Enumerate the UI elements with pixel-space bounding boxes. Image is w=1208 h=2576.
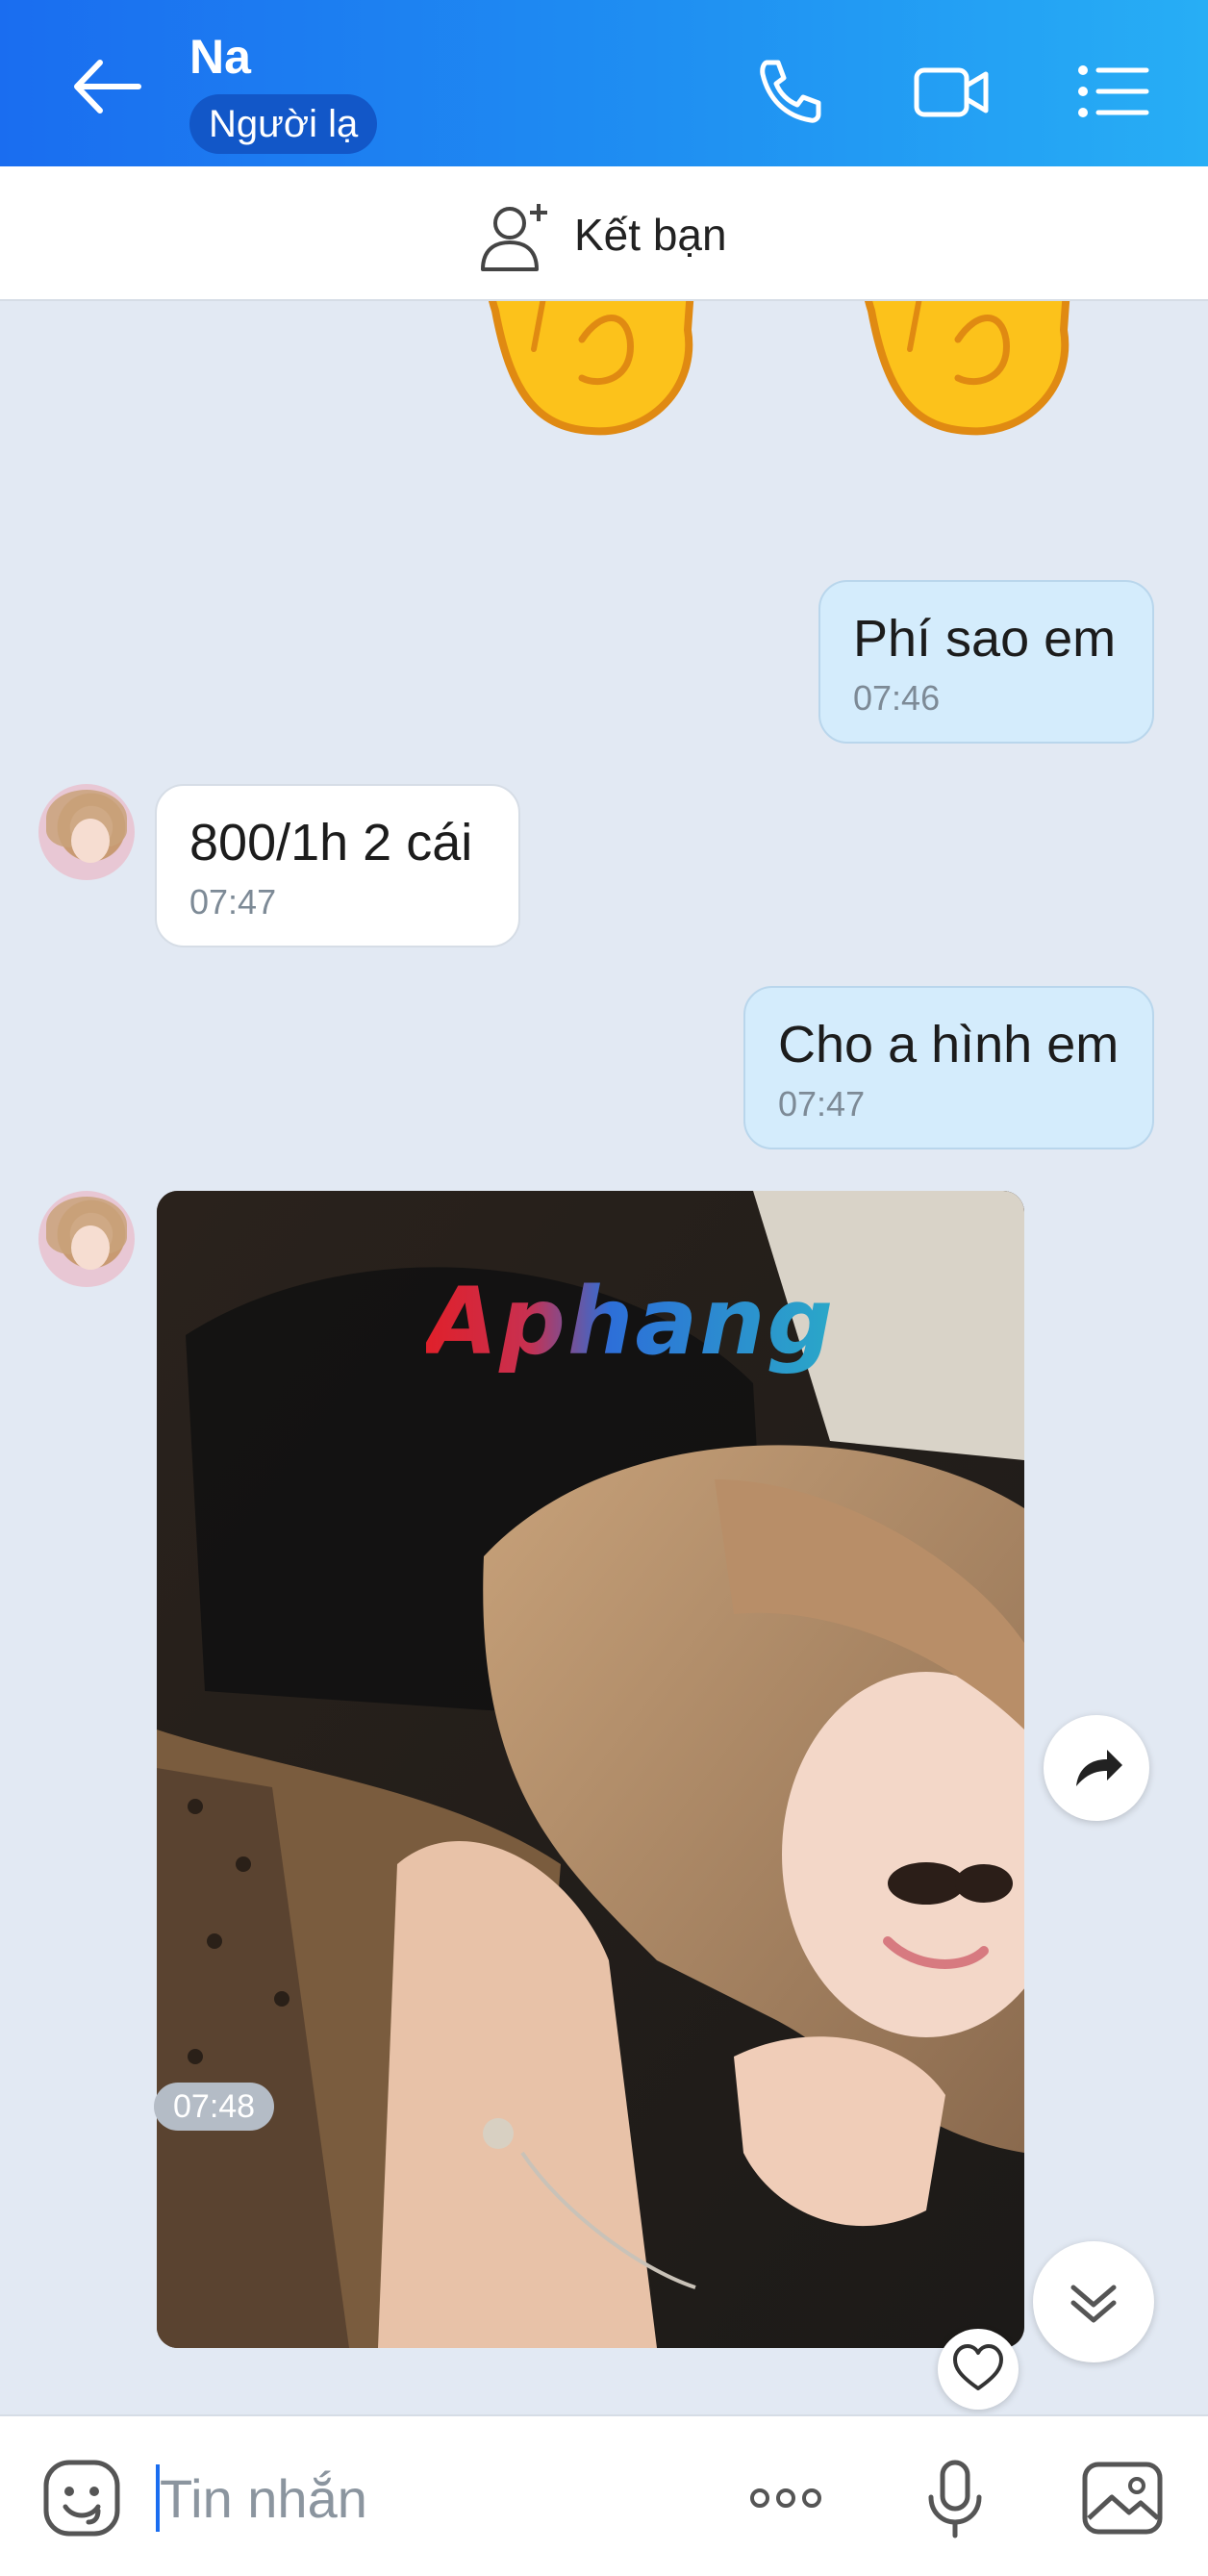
message-time: 07:46: [853, 678, 941, 718]
menu-list-icon[interactable]: [1070, 53, 1156, 130]
stranger-badge: Người lạ: [189, 94, 378, 154]
waving-hand-sticker[interactable]: [457, 301, 736, 436]
contact-avatar[interactable]: [38, 1191, 135, 1287]
shared-photo[interactable]: XAN Aphang: [157, 1191, 1024, 2348]
message-time: 07:47: [189, 882, 277, 922]
phone-icon[interactable]: [745, 53, 832, 130]
scroll-to-bottom-icon[interactable]: [1033, 2241, 1154, 2362]
add-friend-bar[interactable]: Kết bạn: [0, 166, 1208, 301]
my-message-bubble[interactable]: Cho a hình em 07:47: [743, 986, 1154, 1149]
back-arrow-icon[interactable]: [60, 43, 156, 130]
chat-header: Na Người lạ: [0, 0, 1208, 166]
gallery-icon[interactable]: [1079, 2455, 1166, 2541]
heart-reaction-icon[interactable]: [938, 2329, 1019, 2410]
message-input[interactable]: [160, 2455, 698, 2541]
contact-avatar[interactable]: [38, 784, 135, 880]
message-input-bar: [0, 2414, 1208, 2576]
more-icon[interactable]: [742, 2455, 829, 2541]
photo-time-chip: 07:48: [154, 2083, 275, 2131]
contact-name[interactable]: Na: [189, 29, 251, 85]
photo-watermark: Aphang: [426, 1268, 836, 1376]
waving-hand-sticker[interactable]: [833, 301, 1112, 436]
message-list[interactable]: Phí sao em 07:46 800/1h 2 cái 07:47 Cho …: [0, 301, 1208, 2414]
microphone-icon[interactable]: [912, 2455, 998, 2541]
share-forward-icon[interactable]: [1044, 1715, 1149, 1821]
message-time: 07:47: [778, 1084, 866, 1124]
sticker-icon[interactable]: [38, 2455, 125, 2541]
their-message-bubble[interactable]: 800/1h 2 cái 07:47: [155, 784, 520, 947]
add-friend-icon: [477, 198, 554, 275]
video-call-icon[interactable]: [909, 53, 995, 130]
message-text: Cho a hình em: [778, 1016, 1120, 1073]
my-message-bubble[interactable]: Phí sao em 07:46: [818, 580, 1154, 744]
add-friend-label: Kết bạn: [574, 210, 727, 260]
message-text: Phí sao em: [853, 610, 1117, 668]
message-text: 800/1h 2 cái: [189, 814, 473, 871]
